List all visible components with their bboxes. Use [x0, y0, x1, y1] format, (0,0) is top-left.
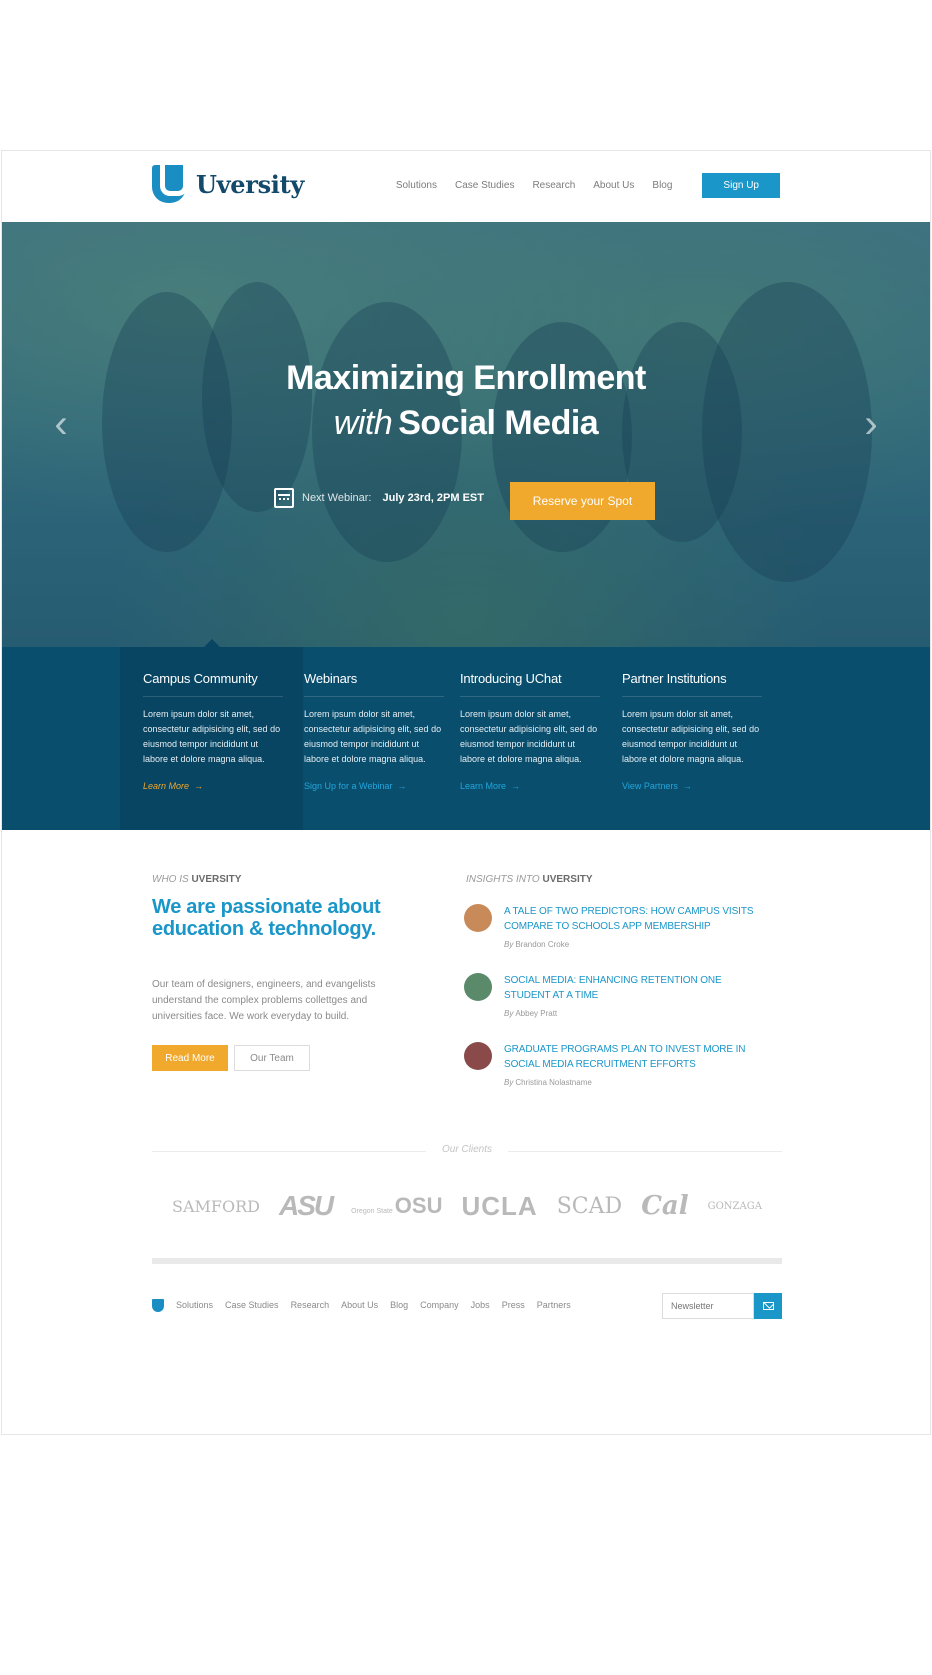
hero-banner: ‹ › Maximizing Enrollment with Social Med…	[2, 222, 930, 647]
insight-title-link[interactable]: Social Media: Enhancing Retention One St…	[504, 973, 764, 1003]
client-logo-osu: Oregon StateOSU	[351, 1193, 443, 1218]
uversity-shield-icon	[152, 165, 188, 203]
footer-link-press[interactable]: Press	[502, 1300, 525, 1310]
footer-link-solutions[interactable]: Solutions	[176, 1300, 213, 1310]
mail-icon	[762, 1302, 774, 1310]
arrow-right-icon: →	[194, 781, 204, 791]
calendar-icon	[274, 488, 294, 508]
avatar	[464, 1042, 492, 1070]
about-heading: We are passionate about education & tech…	[152, 896, 381, 940]
arrow-right-icon: →	[511, 781, 521, 791]
feature-text: Lorem ipsum dolor sit amet, consectetur …	[304, 709, 442, 764]
who-kicker: WHO IS UVERSITY	[152, 874, 242, 885]
nav-case-studies[interactable]: Case Studies	[455, 180, 514, 191]
page-frame: Uversity Solutions Case Studies Research…	[1, 150, 931, 1435]
main-nav: Solutions Case Studies Research About Us…	[378, 173, 930, 198]
footer-link-research[interactable]: Research	[291, 1300, 330, 1310]
feature-partner-institutions: Partner Institutions Lorem ipsum dolor s…	[622, 671, 762, 791]
feature-view-partners-link[interactable]: View Partners →	[622, 781, 762, 791]
feature-title: Introducing UChat	[460, 671, 600, 697]
site-footer: Solutions Case Studies Research About Us…	[152, 1293, 782, 1319]
feature-title: Campus Community	[143, 671, 283, 697]
footer-link-company[interactable]: Company	[420, 1300, 459, 1310]
footer-nav: Solutions Case Studies Research About Us…	[176, 1300, 583, 1310]
footer-logo-icon[interactable]	[152, 1299, 164, 1312]
footer-link-jobs[interactable]: Jobs	[471, 1300, 490, 1310]
newsletter-input[interactable]	[662, 1293, 754, 1319]
footer-link-about-us[interactable]: About Us	[341, 1300, 378, 1310]
brand-name: Uversity	[196, 169, 305, 199]
newsletter-submit-button[interactable]	[754, 1293, 782, 1319]
our-team-button[interactable]: Our Team	[234, 1045, 310, 1071]
clients-label: Our Clients	[426, 1144, 508, 1155]
hero-title-line2: with Social Media	[333, 404, 599, 442]
feature-webinars: Webinars Lorem ipsum dolor sit amet, con…	[304, 671, 444, 791]
hero-title-line1: Maximizing Enrollment	[286, 359, 646, 397]
insight-title-link[interactable]: A Tale of Two Predictors: How Campus Vis…	[504, 904, 764, 934]
feature-learn-more-link[interactable]: Learn More →	[143, 781, 283, 791]
nav-about-us[interactable]: About Us	[593, 180, 634, 191]
client-logo-asu: ASU	[279, 1190, 334, 1221]
client-logo-cal: Cal	[641, 1191, 689, 1221]
webinar-label: Next Webinar:	[302, 492, 372, 504]
webinar-date: July 23rd, 2PM EST	[382, 492, 484, 504]
insight-title-link[interactable]: Graduate Programs Plan to Invest More in…	[504, 1042, 764, 1072]
feature-uchat: Introducing UChat Lorem ipsum dolor sit …	[460, 671, 600, 791]
features-band: Campus Community Lorem ipsum dolor sit a…	[2, 639, 930, 830]
nav-solutions[interactable]: Solutions	[396, 180, 437, 191]
client-logos: SAMFORD ASU Oregon StateOSU UCLA SCAD Ca…	[152, 1184, 782, 1228]
insight-author: By Christina Nolastname	[504, 1078, 592, 1087]
arrow-right-icon: →	[397, 781, 407, 791]
about-text: Our team of designers, engineers, and ev…	[152, 979, 376, 1022]
client-logo-gonzaga: GONZAGA	[707, 1200, 762, 1212]
sign-up-button[interactable]: Sign Up	[702, 173, 780, 198]
arrow-right-icon: →	[682, 781, 692, 791]
footer-divider	[152, 1258, 782, 1264]
client-logo-ucla: UCLA	[461, 1190, 538, 1221]
client-logo-samford: SAMFORD	[172, 1196, 260, 1216]
avatar	[464, 973, 492, 1001]
feature-text: Lorem ipsum dolor sit amet, consectetur …	[143, 709, 281, 764]
insight-author: By Brandon Croke	[504, 940, 570, 949]
feature-uchat-link[interactable]: Learn More →	[460, 781, 600, 791]
feature-signup-webinar-link[interactable]: Sign Up for a Webinar →	[304, 781, 444, 791]
feature-title: Partner Institutions	[622, 671, 762, 697]
client-logo-scad: SCAD	[556, 1193, 623, 1219]
footer-link-partners[interactable]: Partners	[537, 1300, 571, 1310]
reserve-spot-button[interactable]: Reserve your Spot	[510, 482, 655, 520]
read-more-button[interactable]: Read More	[152, 1045, 228, 1071]
insight-author: By Abbey Pratt	[504, 1009, 558, 1018]
next-webinar: Next Webinar: July 23rd, 2PM EST	[274, 488, 484, 508]
logo[interactable]: Uversity	[152, 165, 304, 203]
footer-link-blog[interactable]: Blog	[390, 1300, 408, 1310]
feature-text: Lorem ipsum dolor sit amet, consectetur …	[622, 709, 760, 764]
insights-kicker: INSIGHTS INTO UVERSITY	[466, 874, 593, 885]
avatar	[464, 904, 492, 932]
feature-title: Webinars	[304, 671, 444, 697]
nav-blog[interactable]: Blog	[652, 180, 672, 191]
feature-campus-community: Campus Community Lorem ipsum dolor sit a…	[143, 671, 283, 791]
feature-text: Lorem ipsum dolor sit amet, consectetur …	[460, 709, 598, 764]
nav-research[interactable]: Research	[532, 180, 575, 191]
site-header: Uversity Solutions Case Studies Research…	[2, 151, 930, 222]
footer-link-case-studies[interactable]: Case Studies	[225, 1300, 279, 1310]
